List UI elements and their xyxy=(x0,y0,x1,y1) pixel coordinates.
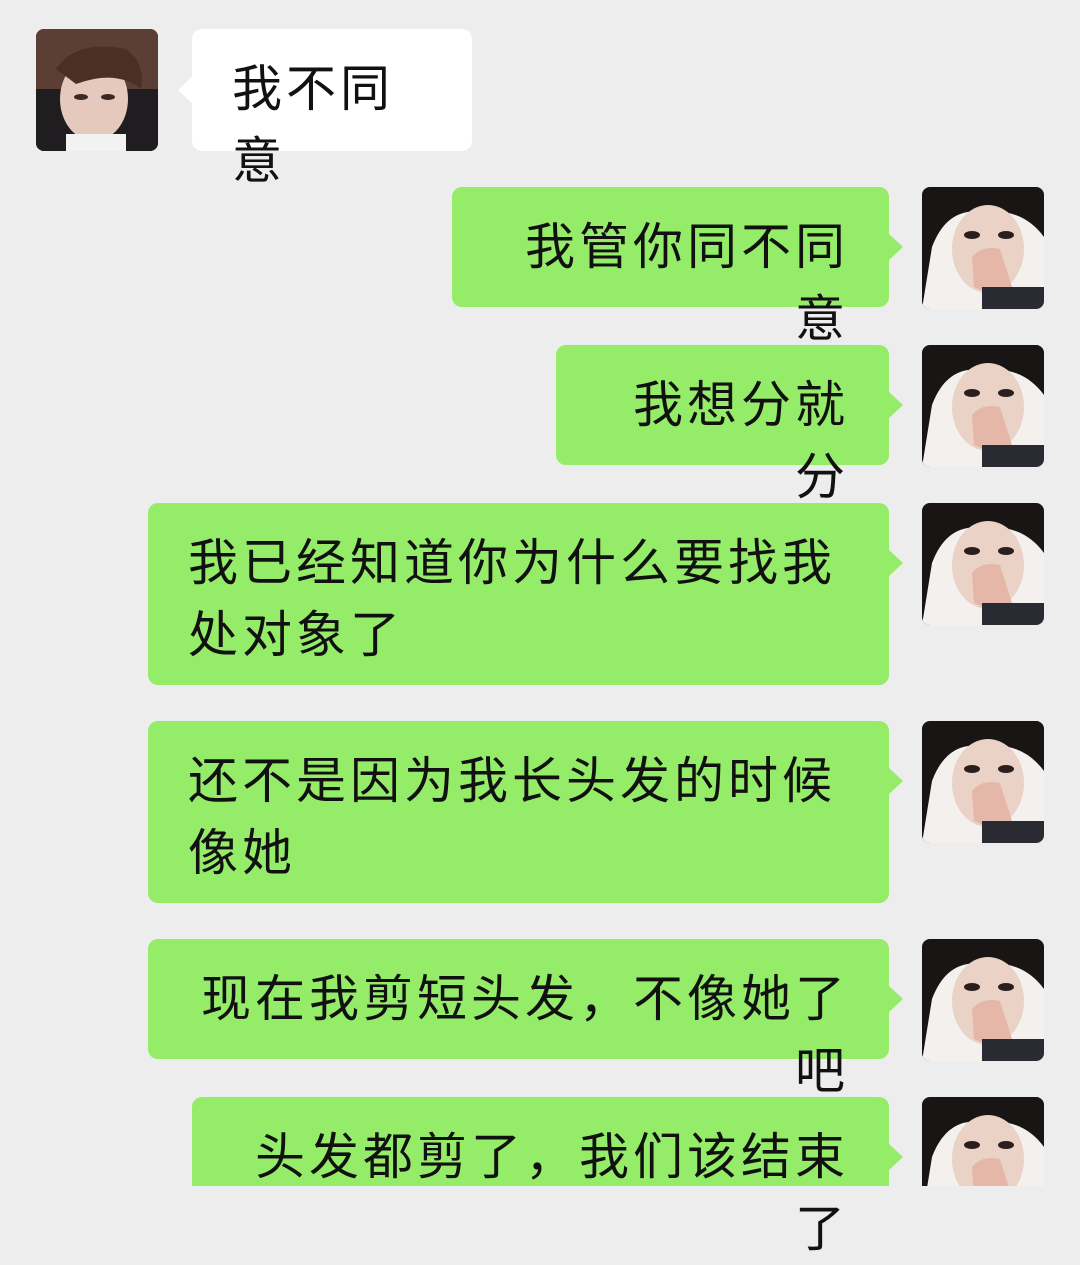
self-avatar[interactable] xyxy=(922,345,1044,467)
message-bubble-outgoing[interactable]: 头发都剪了，我们该结束了 xyxy=(192,1097,889,1258)
female-avatar-icon xyxy=(922,1097,1044,1186)
self-avatar[interactable] xyxy=(922,187,1044,309)
message-text: 我想分就分 xyxy=(633,376,849,506)
self-avatar[interactable] xyxy=(922,721,1044,843)
message-text: 头发都剪了，我们该结束了 xyxy=(255,1128,849,1258)
female-avatar-icon xyxy=(922,721,1044,843)
female-avatar-icon xyxy=(922,187,1044,309)
message-bubble-outgoing[interactable]: 还不是因为我长头发的时候像她 xyxy=(148,721,889,903)
message-text: 我管你同不同意 xyxy=(525,218,849,348)
message-bubble-incoming[interactable]: 我不同意 xyxy=(192,29,472,190)
message-text: 现在我剪短头发，不像她了吧 xyxy=(201,970,849,1100)
male-avatar-icon xyxy=(36,29,158,151)
female-avatar-icon xyxy=(922,503,1044,625)
self-avatar[interactable] xyxy=(922,503,1044,625)
message-bubble-outgoing[interactable]: 我管你同不同意 xyxy=(452,187,889,348)
message-text: 我已经知道你为什么要找我处对象了 xyxy=(188,534,836,664)
message-text: 我不同意 xyxy=(232,60,394,190)
contact-avatar[interactable] xyxy=(36,29,158,151)
message-bubble-outgoing[interactable]: 我已经知道你为什么要找我处对象了 xyxy=(148,503,889,685)
message-bubble-outgoing[interactable]: 我想分就分 xyxy=(556,345,889,506)
self-avatar[interactable] xyxy=(922,1097,1044,1186)
message-bubble-outgoing[interactable]: 现在我剪短头发，不像她了吧 xyxy=(148,939,889,1100)
female-avatar-icon xyxy=(922,345,1044,467)
message-text: 还不是因为我长头发的时候像她 xyxy=(188,752,836,882)
self-avatar[interactable] xyxy=(922,939,1044,1061)
female-avatar-icon xyxy=(922,939,1044,1061)
